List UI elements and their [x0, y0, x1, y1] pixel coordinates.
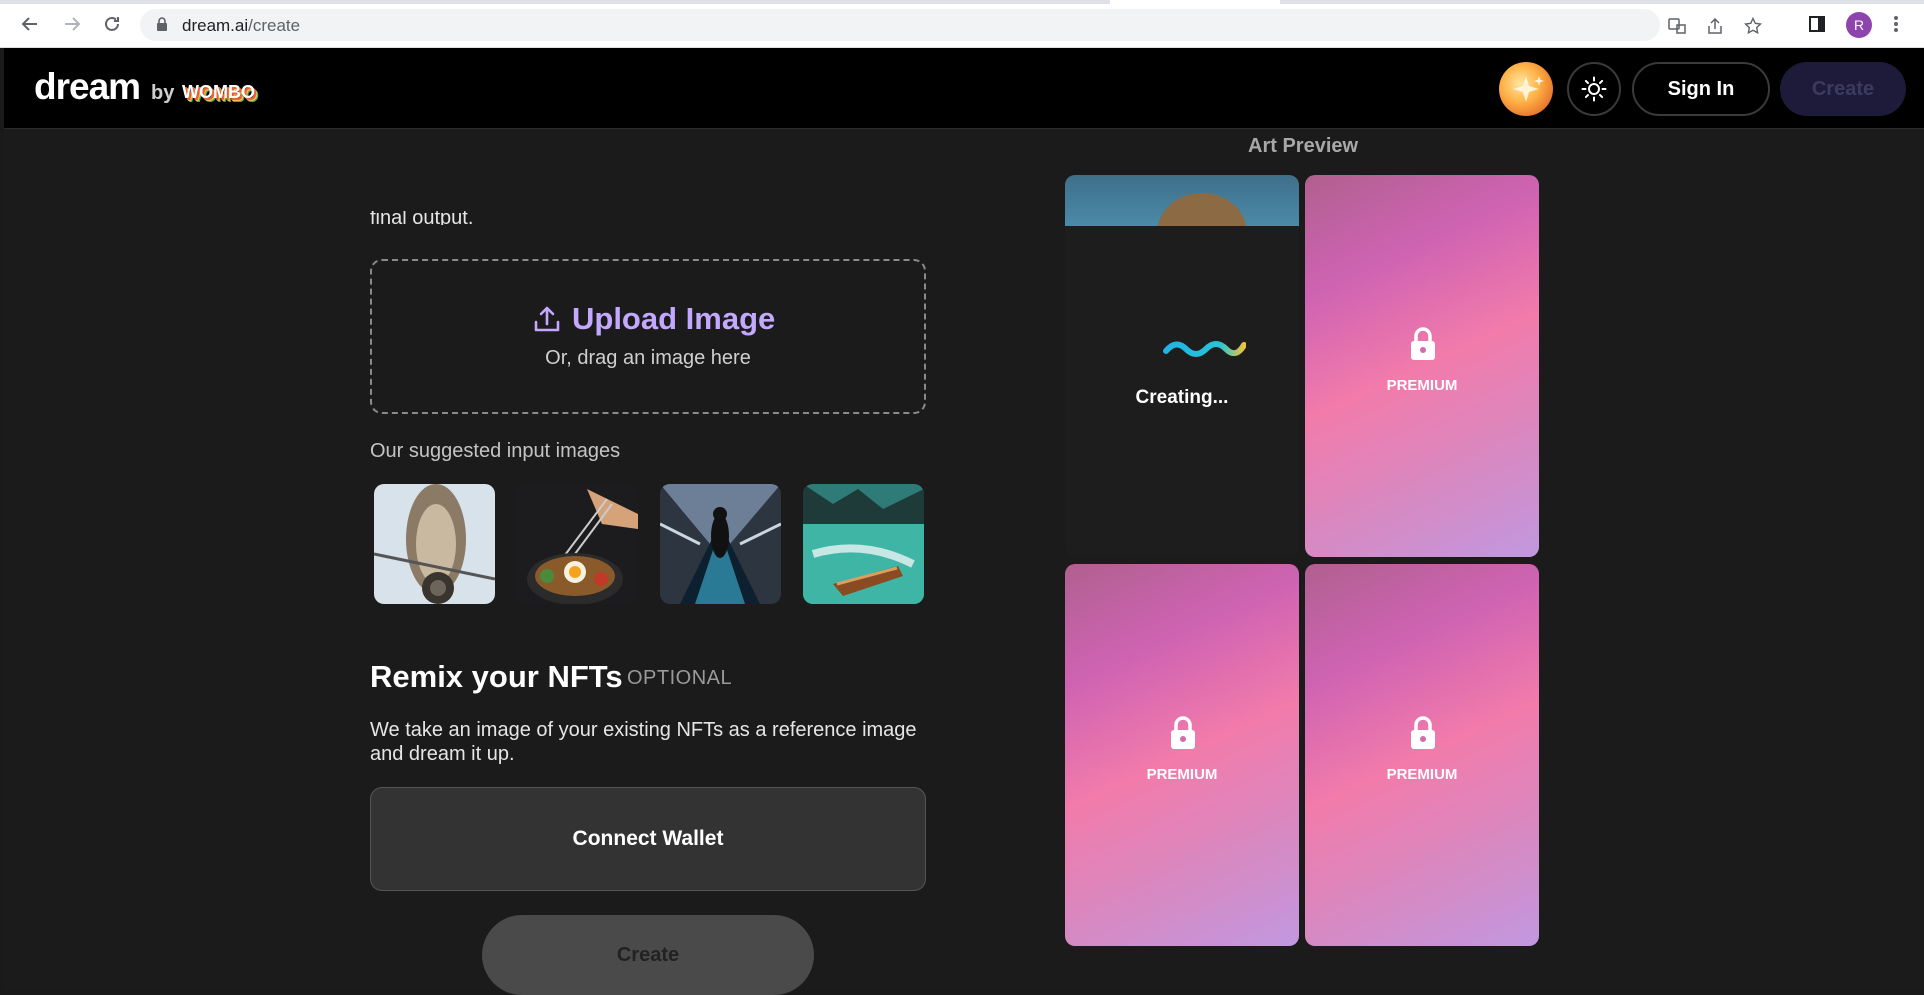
suggested-images-list	[374, 484, 930, 604]
reload-icon[interactable]	[100, 12, 124, 36]
lock-icon	[1411, 716, 1435, 749]
side-panel-icon[interactable]	[1805, 12, 1829, 36]
dream-app: dream by WOMBO Sign In Create final outp…	[4, 48, 1924, 995]
partial-description-text: final output.	[370, 211, 474, 225]
profile-avatar[interactable]: R	[1846, 12, 1872, 38]
bookmark-star-icon[interactable]	[1744, 17, 1762, 35]
upload-image-label: Upload Image	[572, 301, 776, 336]
create-button[interactable]: Create	[482, 915, 814, 995]
url-path: /create	[248, 16, 301, 35]
preview-card-creating: Creating...	[1065, 175, 1299, 557]
sparkle-icon	[1513, 76, 1544, 102]
optional-tag: OPTIONAL	[627, 667, 733, 689]
upload-icon	[534, 306, 560, 332]
premium-label: PREMIUM	[1386, 377, 1458, 394]
connect-wallet-button[interactable]: Connect Wallet	[370, 787, 926, 891]
preview-card-premium[interactable]: PREMIUM	[1305, 175, 1539, 557]
url-host: dream.ai	[182, 16, 249, 35]
app-header: dream by WOMBO Sign In Create	[4, 48, 1924, 129]
sun-icon	[1581, 76, 1607, 102]
preview-image-partial	[1065, 175, 1299, 226]
escalator-image[interactable]	[660, 484, 781, 604]
theme-toggle-button[interactable]	[1567, 62, 1621, 116]
address-bar[interactable]: dream.ai/create	[140, 9, 1762, 41]
upload-dropzone[interactable]: Upload Image Or, drag an image here	[370, 259, 926, 414]
user-avatar[interactable]	[1499, 62, 1553, 116]
creating-status-text: Creating...	[1135, 387, 1229, 408]
lock-icon	[1411, 327, 1435, 360]
logo-by-text: by	[151, 82, 175, 104]
input-panel: final output. Upload Image Or, drag an i…	[370, 129, 930, 995]
dream-logo[interactable]: dream	[34, 66, 141, 108]
wombo-logo: WOMBO	[182, 82, 255, 102]
share-icon[interactable]	[1706, 17, 1724, 35]
premium-label: PREMIUM	[1386, 766, 1458, 783]
ramen-image[interactable]	[517, 484, 638, 604]
browser-toolbar: dream.ai/create R	[0, 0, 1924, 48]
kebab-menu-icon[interactable]	[1884, 12, 1908, 36]
back-icon[interactable]	[18, 12, 42, 36]
translate-icon[interactable]	[1668, 17, 1686, 35]
upload-image-button[interactable]: Upload Image	[532, 301, 775, 337]
remix-nfts-heading: Remix your NFTs	[370, 659, 623, 694]
loading-wave-icon	[1163, 341, 1246, 357]
drag-hint-text: Or, drag an image here	[545, 347, 751, 369]
active-tab[interactable]	[1110, 0, 1280, 4]
header-create-button[interactable]: Create	[1780, 62, 1906, 116]
art-preview-heading: Art Preview	[1248, 135, 1359, 157]
lock-icon	[1171, 716, 1195, 749]
preview-card-premium[interactable]: PREMIUM	[1305, 564, 1539, 946]
tab-strip	[0, 0, 1924, 4]
remix-nfts-description: We take an image of your existing NFTs a…	[370, 719, 917, 765]
premium-label: PREMIUM	[1146, 766, 1218, 783]
url-text: dream.ai/create	[182, 16, 300, 36]
forward-icon[interactable]	[60, 12, 84, 36]
boat-image[interactable]	[803, 484, 924, 604]
sign-in-button[interactable]: Sign In	[1632, 62, 1770, 116]
preview-card-premium[interactable]: PREMIUM	[1065, 564, 1299, 946]
lock-icon	[157, 17, 167, 31]
owl-image[interactable]	[374, 484, 495, 604]
suggested-images-heading: Our suggested input images	[370, 440, 621, 462]
